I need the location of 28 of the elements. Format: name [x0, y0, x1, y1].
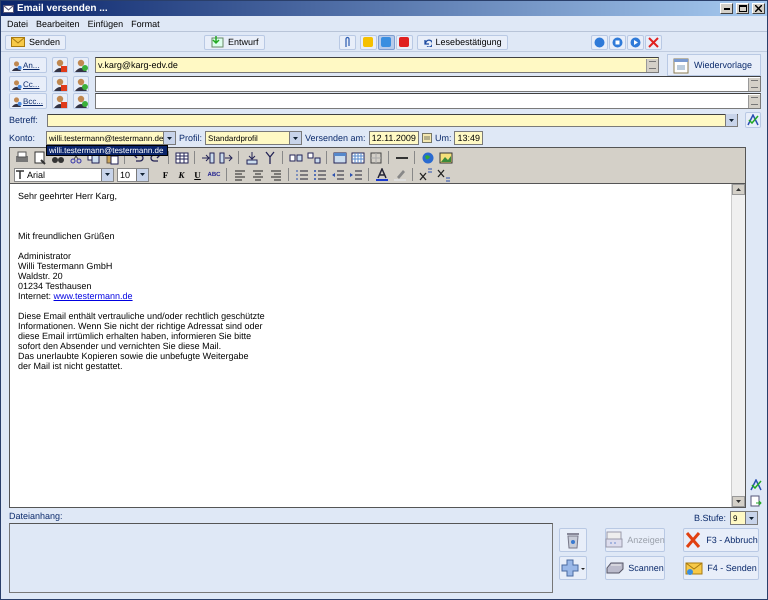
text-line: Administrator: [18, 251, 72, 261]
send-time-label: Um:: [434, 133, 452, 143]
send-date-label: Versenden am:: [305, 133, 366, 143]
text-line: sofort den Absender und vernichten Sie diese Mail.: [18, 341, 222, 351]
field-value: v.karg@karg-edv.de: [97, 60, 179, 70]
combo-value: willi.testermann@testermann.de: [48, 134, 164, 142]
combo-value: Arial: [26, 170, 46, 180]
level-label: B.Stufe:: [694, 513, 726, 523]
text-line: Informationen. Wenn Sie nicht der richtige Adressat sind oder: [18, 321, 264, 331]
text-line: Willi Testermann GmbH: [18, 261, 114, 271]
text-line: Waldstr. 20: [18, 271, 64, 281]
text-line: Diese Email enthält vertrauliche und/oder rechtlich geschützte: [18, 311, 266, 321]
text-label: Internet:: [18, 291, 52, 301]
account-label: Konto:: [9, 133, 36, 143]
text-line: Das unerlaubte Kopieren sowie die unbefugte Weitergabe: [18, 351, 250, 361]
text-line: der Mail ist nicht gestattet.: [18, 361, 124, 371]
combo-value: 9: [732, 514, 738, 522]
text-line: Sehr geehrter Herr Karg,: [18, 191, 118, 201]
combo-value: Standardprofil: [207, 134, 259, 142]
subject-label: Betreff:: [9, 115, 39, 125]
text-line: 01234 Testhausen: [18, 281, 92, 291]
profile-label: Profil:: [179, 133, 202, 143]
attachment-label: Dateianhang:: [9, 511, 64, 521]
action-button: Anzeigen: [605, 528, 665, 552]
text-line: Mit freundlichen Grüßen: [18, 231, 116, 241]
window-title: Email versenden ...: [17, 3, 109, 14]
combo-value: 10: [119, 170, 132, 180]
text-line: diese Email irrtümlich erhalten haben, informieren Sie bitte: [18, 331, 252, 341]
